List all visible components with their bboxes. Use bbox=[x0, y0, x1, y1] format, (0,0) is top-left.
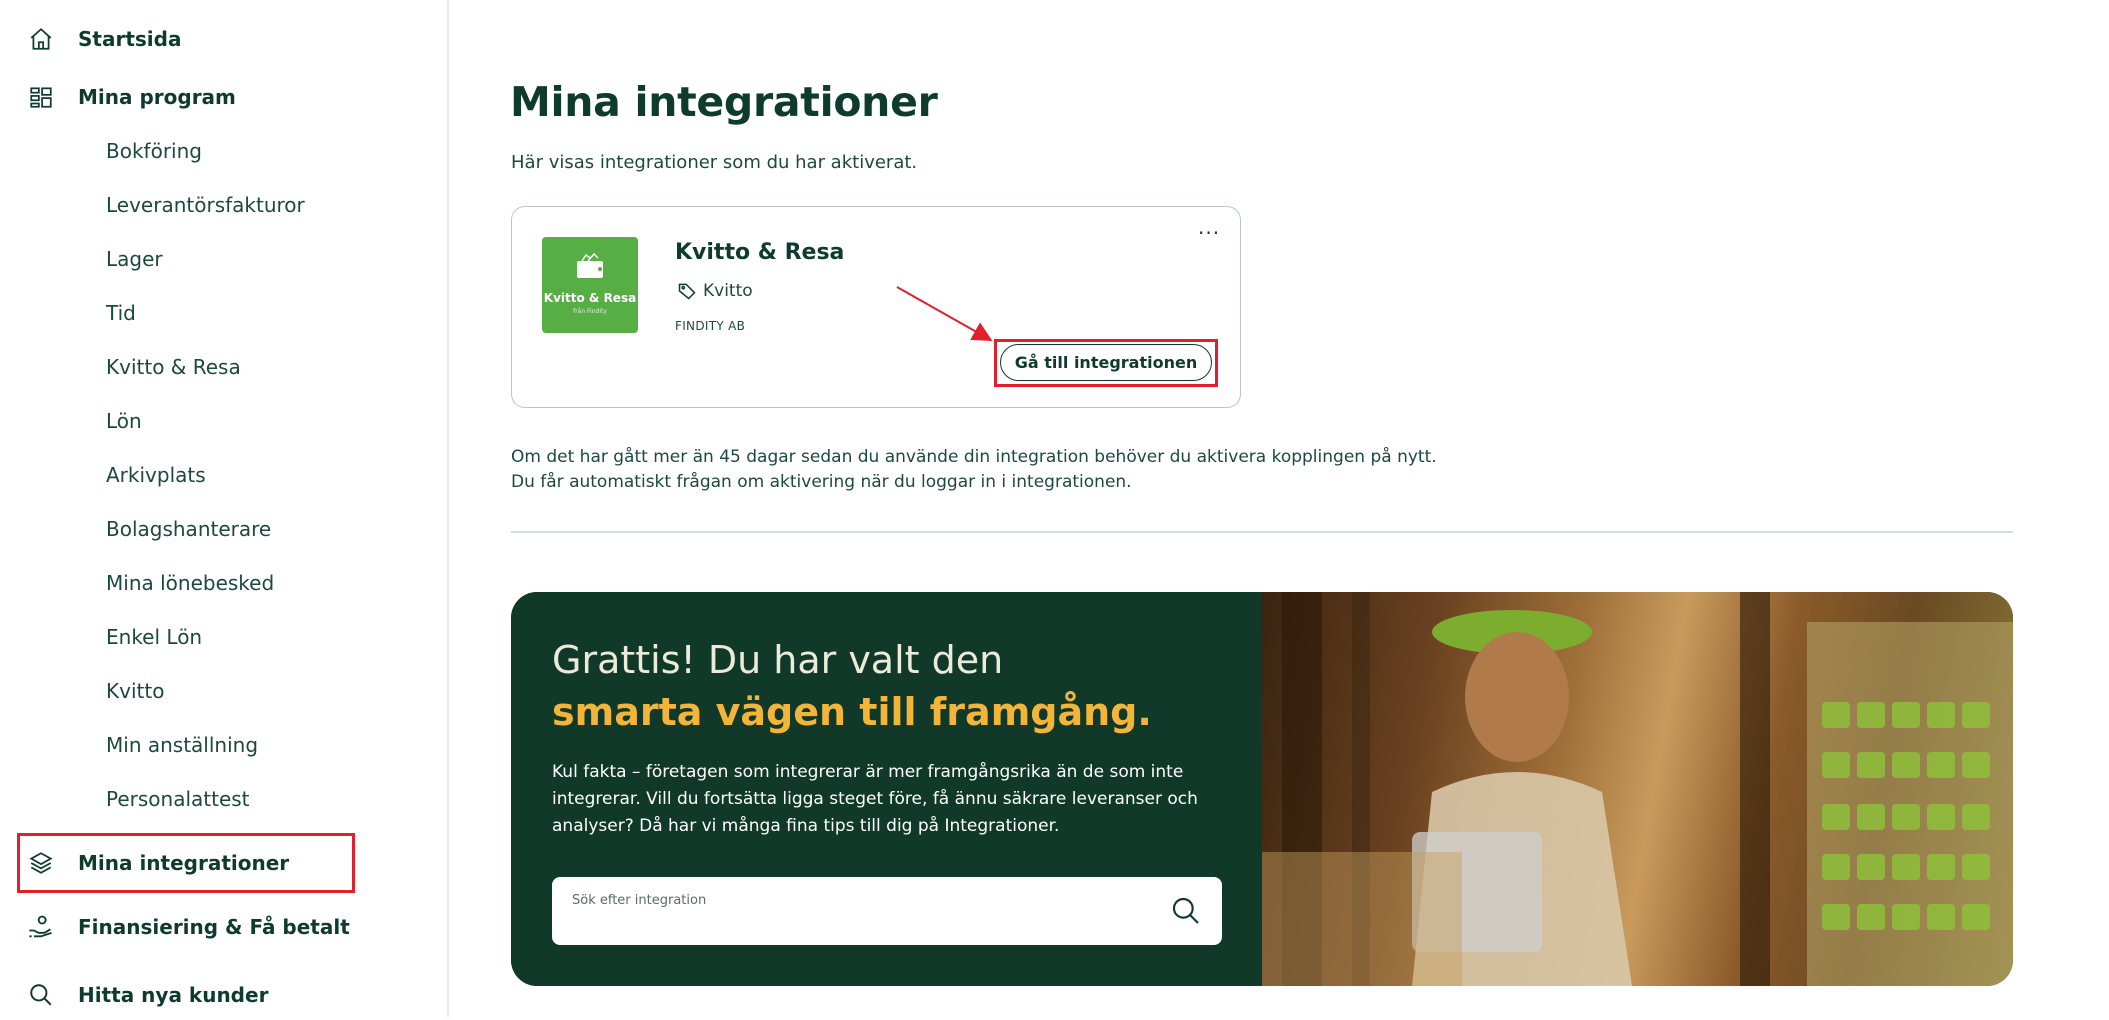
home-icon bbox=[26, 24, 56, 54]
reactivation-note-2: Du får automatiskt frågan om aktivering … bbox=[511, 472, 1132, 492]
promo-banner: Grattis! Du har valt den smarta vägen ti… bbox=[511, 592, 2013, 986]
nav-my-programs[interactable]: Mina program bbox=[0, 72, 449, 122]
nav-my-integrations-label: Mina integrationer bbox=[78, 851, 290, 875]
integration-logo: Kvitto & Resa från Findity bbox=[542, 237, 638, 333]
sidebar: Startsida Mina program Bokföring Leveran… bbox=[0, 0, 449, 1017]
integration-card: Kvitto & Resa från Findity Kvitto & Resa… bbox=[511, 206, 1241, 408]
nav-program-item[interactable]: Bolagshanterare bbox=[106, 516, 271, 542]
integration-tag-label: Kvitto bbox=[703, 281, 753, 301]
main-content: Mina integrationer Här visas integration… bbox=[451, 0, 2109, 1017]
wallet-icon bbox=[577, 253, 603, 278]
page-title: Mina integrationer bbox=[510, 78, 938, 126]
nav-program-item[interactable]: Kvitto bbox=[106, 678, 164, 704]
promo-photo bbox=[1262, 592, 2013, 986]
section-divider bbox=[511, 531, 2013, 533]
logo-tagline: från Findity bbox=[573, 308, 607, 315]
tag-icon bbox=[678, 283, 696, 300]
nav-program-item[interactable]: Min anställning bbox=[106, 732, 258, 758]
nav-program-item[interactable]: Leverantörsfakturor bbox=[106, 192, 305, 218]
cafe-worker-photo bbox=[1262, 592, 2013, 986]
promo-heading-line1: Grattis! Du har valt den bbox=[552, 638, 1004, 682]
layers-icon bbox=[26, 848, 56, 878]
nav-finance[interactable]: Finansiering & Få betalt bbox=[0, 902, 449, 952]
integration-name: Kvitto & Resa bbox=[675, 240, 845, 265]
promo-heading-line2: smarta vägen till framgång. bbox=[552, 690, 1152, 734]
nav-program-item[interactable]: Tid bbox=[106, 300, 136, 326]
nav-program-item[interactable]: Kvitto & Resa bbox=[106, 354, 241, 380]
nav-program-item[interactable]: Bokföring bbox=[106, 138, 202, 164]
nav-home[interactable]: Startsida bbox=[0, 14, 449, 64]
integration-search-field[interactable]: Sök efter integration bbox=[552, 877, 1222, 945]
integration-vendor: FINDITY AB bbox=[675, 319, 746, 333]
integration-tag: Kvitto bbox=[677, 280, 753, 302]
nav-my-integrations[interactable]: Mina integrationer bbox=[0, 838, 449, 888]
promo-body-line3: analyser? Då har vi många fina tips till… bbox=[552, 816, 1060, 836]
nav-find-customers-label: Hitta nya kunder bbox=[78, 983, 269, 1007]
promo-text-panel: Grattis! Du har valt den smarta vägen ti… bbox=[511, 592, 1262, 986]
nav-program-item[interactable]: Lön bbox=[106, 408, 142, 434]
search-icon bbox=[26, 980, 56, 1010]
nav-program-item[interactable]: Lager bbox=[106, 246, 163, 272]
go-to-integration-button[interactable]: Gå till integrationen bbox=[1000, 344, 1212, 381]
nav-home-label: Startsida bbox=[78, 27, 182, 51]
grid-icon bbox=[26, 82, 56, 112]
nav-program-item[interactable]: Enkel Lön bbox=[106, 624, 202, 650]
nav-program-item[interactable]: Arkivplats bbox=[106, 462, 206, 488]
nav-program-item[interactable]: Personalattest bbox=[106, 786, 250, 812]
page-subtitle: Här visas integrationer som du har aktiv… bbox=[511, 152, 918, 173]
hand-coin-icon bbox=[26, 912, 56, 942]
nav-program-item[interactable]: Mina lönebesked bbox=[106, 570, 274, 596]
nav-finance-label: Finansiering & Få betalt bbox=[78, 915, 350, 939]
promo-body-line1: Kul fakta – företagen som integrerar är … bbox=[552, 762, 1184, 782]
nav-my-programs-label: Mina program bbox=[78, 85, 236, 109]
search-icon[interactable] bbox=[1170, 895, 1202, 927]
annotation-arrow bbox=[896, 286, 993, 341]
search-placeholder: Sök efter integration bbox=[572, 893, 707, 908]
nav-find-customers[interactable]: Hitta nya kunder bbox=[0, 970, 449, 1020]
promo-body-line2: integrerar. Vill du fortsätta ligga steg… bbox=[552, 789, 1198, 809]
more-dots-icon[interactable]: ··· bbox=[1198, 221, 1220, 245]
reactivation-note-1: Om det har gått mer än 45 dagar sedan du… bbox=[511, 447, 1437, 467]
logo-brand-text: Kvitto & Resa bbox=[543, 291, 637, 305]
